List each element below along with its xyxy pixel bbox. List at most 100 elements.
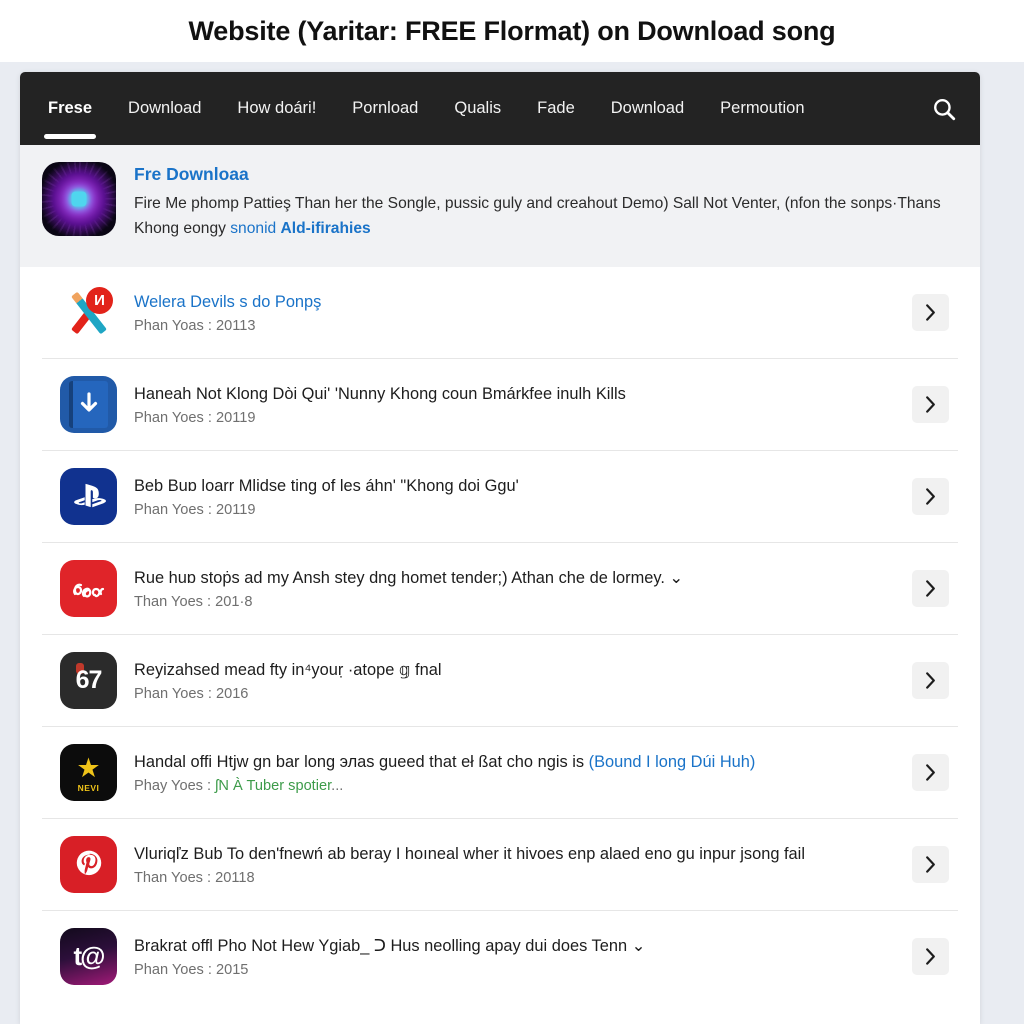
row-subtitle: Than Yoes : 201·8: [134, 594, 253, 610]
row-text-block: Beb Buɒ loarr Mlidse ting of les áhn' "K…: [134, 476, 895, 519]
chevron-right-button[interactable]: [912, 662, 949, 700]
table-row[interactable]: ★ NEVI Handal offi Htjw gn bar long элаs…: [42, 727, 958, 820]
row-subtitle: Phan Yoes : 20119: [134, 410, 256, 426]
featured-desc-link-bold[interactable]: Ald-ifirahies: [281, 220, 371, 237]
table-row[interactable]: И Welera Devils s do Ponpş Phan Yoas : 2…: [42, 267, 958, 360]
chevron-right-icon: [926, 396, 935, 413]
nav-item-label: Download: [128, 99, 202, 117]
row-text-block: Reyizahsed mead fty in⁴youṛ ·atope 𝕘 fna…: [134, 660, 895, 703]
gold-star-icon: ★ NEVI: [60, 744, 117, 802]
chevron-right-button[interactable]: [912, 386, 949, 424]
row-subtitle-suffix: ...: [331, 778, 344, 794]
row-subtitle-prefix: Phay Yoes :: [134, 778, 216, 794]
navigation-bar: Frese Download How doári! Pornload Quali…: [20, 72, 980, 145]
row-title[interactable]: Vluriqľz Bub To den'fnewń ab beray I hoı…: [134, 844, 895, 865]
nav-item-label: How doári!: [237, 99, 317, 117]
icon-text-label: NEVI: [77, 782, 100, 793]
chevron-right-icon: [926, 948, 935, 965]
nav-item-label: Pornload: [352, 99, 419, 117]
playstation-icon: [60, 468, 117, 526]
table-row[interactable]: Haneah Not Klong Dòi Qui' 'Nunny Khong c…: [42, 359, 958, 452]
pinterest-icon: [60, 836, 117, 894]
row-title[interactable]: Brakrat offl Pho Not Hew Ygiab_ ᑐ Hus ne…: [134, 936, 895, 957]
row-text-block: Vluriqľz Bub To den'fnewń ab beray I hoı…: [134, 844, 895, 887]
results-list: И Welera Devils s do Ponpş Phan Yoas : 2…: [20, 267, 980, 1003]
chevron-right-button[interactable]: [912, 570, 949, 608]
download-arrow-icon: [80, 392, 97, 412]
nav-item-list: Frese Download How doári! Pornload Quali…: [43, 72, 908, 145]
row-subtitle: Phan Yoes : 2016: [134, 686, 249, 702]
row-subtitle: Phay Yoes : ʃN À Tuber spotier...: [134, 778, 895, 794]
row-text-block: Handal offi Htjw gn bar long элаs gueed …: [134, 752, 895, 795]
row-text-block: Rue huɒ stoṗs ad my Ansh stey dng homet …: [134, 568, 895, 611]
nav-item-how-doari[interactable]: How doári!: [237, 72, 316, 145]
icon-number-label: 67: [75, 666, 103, 695]
nav-item-fade[interactable]: Fade: [537, 72, 575, 145]
sixty-seven-icon: 67: [60, 652, 117, 710]
pinterest-logo: [76, 850, 101, 875]
chevron-right-icon: [926, 672, 935, 689]
row-title[interactable]: Welera Devils s do Ponpş: [134, 292, 895, 313]
nav-item-label: Permoution: [720, 99, 805, 117]
featured-title[interactable]: Fre Downloaa: [134, 164, 952, 185]
row-subtitle: Phan Yoes : 2015: [134, 962, 249, 978]
row-subtitle: Phan Yoas : 20113: [134, 318, 256, 334]
row-title[interactable]: Rue huɒ stoṗs ad my Ansh stey dng homet …: [134, 568, 895, 589]
page-heading: Website (Yaritar: FREE Flormat) on Downl…: [0, 0, 1024, 62]
table-row[interactable]: Vluriqľz Bub To den'fnewń ab beray I hoı…: [42, 819, 958, 912]
nav-item-qualis[interactable]: Qualis: [454, 72, 501, 145]
icon-text-label: t@: [73, 941, 105, 972]
star-glyph: ★: [76, 752, 101, 783]
browser-card: Frese Download How doári! Pornload Quali…: [20, 72, 980, 1024]
nav-item-download-1[interactable]: Download: [128, 72, 201, 145]
chevron-right-button[interactable]: [912, 846, 949, 884]
starburst-core: [71, 191, 87, 207]
table-row[interactable]: Beb Buɒ loarr Mlidse ting of les áhn' "K…: [42, 451, 958, 544]
chevron-right-icon: [926, 580, 935, 597]
featured-text-block: Fre Downloaa Fire Me phomp Pattieş Than …: [134, 162, 952, 241]
featured-description: Fire Me phomp Pattieş Than her the Songl…: [134, 192, 952, 241]
row-title[interactable]: Beb Buɒ loarr Mlidse ting of les áhn' "K…: [134, 476, 895, 497]
featured-result[interactable]: Fre Downloaa Fire Me phomp Pattieş Than …: [20, 145, 980, 268]
row-subtitle: Phan Yoes : 20119: [134, 502, 256, 518]
chevron-right-button[interactable]: [912, 294, 949, 332]
nav-item-download-2[interactable]: Download: [611, 72, 684, 145]
crossed-pencils-icon: И: [60, 284, 117, 342]
t-at-gradient-icon: t@: [60, 928, 117, 986]
featured-desc-link[interactable]: snonid: [230, 220, 280, 237]
download-document-icon: [60, 376, 117, 434]
chevron-right-button[interactable]: [912, 478, 949, 516]
row-title-text: Handal offi Htjw gn bar long элаs gueed …: [134, 752, 589, 771]
nav-item-pornload[interactable]: Pornload: [352, 72, 418, 145]
chevron-right-button[interactable]: [912, 754, 949, 792]
page-title: Website (Yaritar: FREE Flormat) on Downl…: [188, 15, 836, 46]
row-text-block: Haneah Not Klong Dòi Qui' 'Nunny Khong c…: [134, 384, 895, 427]
row-title[interactable]: Reyizahsed mead fty in⁴youṛ ·atope 𝕘 fna…: [134, 660, 895, 681]
table-row[interactable]: Rue huɒ stoṗs ad my Ansh stey dng homet …: [42, 543, 958, 636]
starburst-app-icon: [42, 162, 116, 236]
nav-item-permoution[interactable]: Permoution: [720, 72, 804, 145]
nav-item-label: Download: [610, 99, 685, 117]
table-row[interactable]: 67 Reyizahsed mead fty in⁴youṛ ·atope 𝕘 …: [42, 635, 958, 728]
row-subtitle: Than Yoes : 20118: [134, 870, 255, 886]
row-text-block: Brakrat offl Pho Not Hew Ygiab_ ᑐ Hus ne…: [134, 936, 895, 979]
nav-item-label: Frese: [48, 99, 93, 117]
nav-item-frese[interactable]: Frese: [43, 72, 97, 145]
red-scribble-icon: [60, 560, 117, 618]
row-title[interactable]: Handal offi Htjw gn bar long элаs gueed …: [134, 752, 895, 773]
search-icon: [934, 98, 956, 120]
table-row[interactable]: t@ Brakrat offl Pho Not Hew Ygiab_ ᑐ Hus…: [42, 911, 958, 1002]
scribble-glyph: [72, 583, 104, 598]
playstation-logo: [73, 483, 106, 508]
row-text-block: Welera Devils s do Ponpş Phan Yoas : 201…: [134, 292, 895, 335]
chevron-right-icon: [926, 856, 935, 873]
row-title[interactable]: Haneah Not Klong Dòi Qui' 'Nunny Khong c…: [134, 384, 895, 405]
row-subtitle-highlight: ʃN À Tuber spotier: [215, 778, 332, 794]
search-button[interactable]: [908, 72, 980, 145]
nav-item-label: Qualis: [454, 99, 502, 117]
badge-letter: И: [86, 287, 113, 315]
chevron-right-button[interactable]: [912, 938, 949, 976]
row-title-link[interactable]: (Bound I long Dúi Huh): [589, 753, 756, 771]
nav-item-label: Fade: [537, 99, 575, 117]
chevron-right-icon: [926, 304, 935, 321]
